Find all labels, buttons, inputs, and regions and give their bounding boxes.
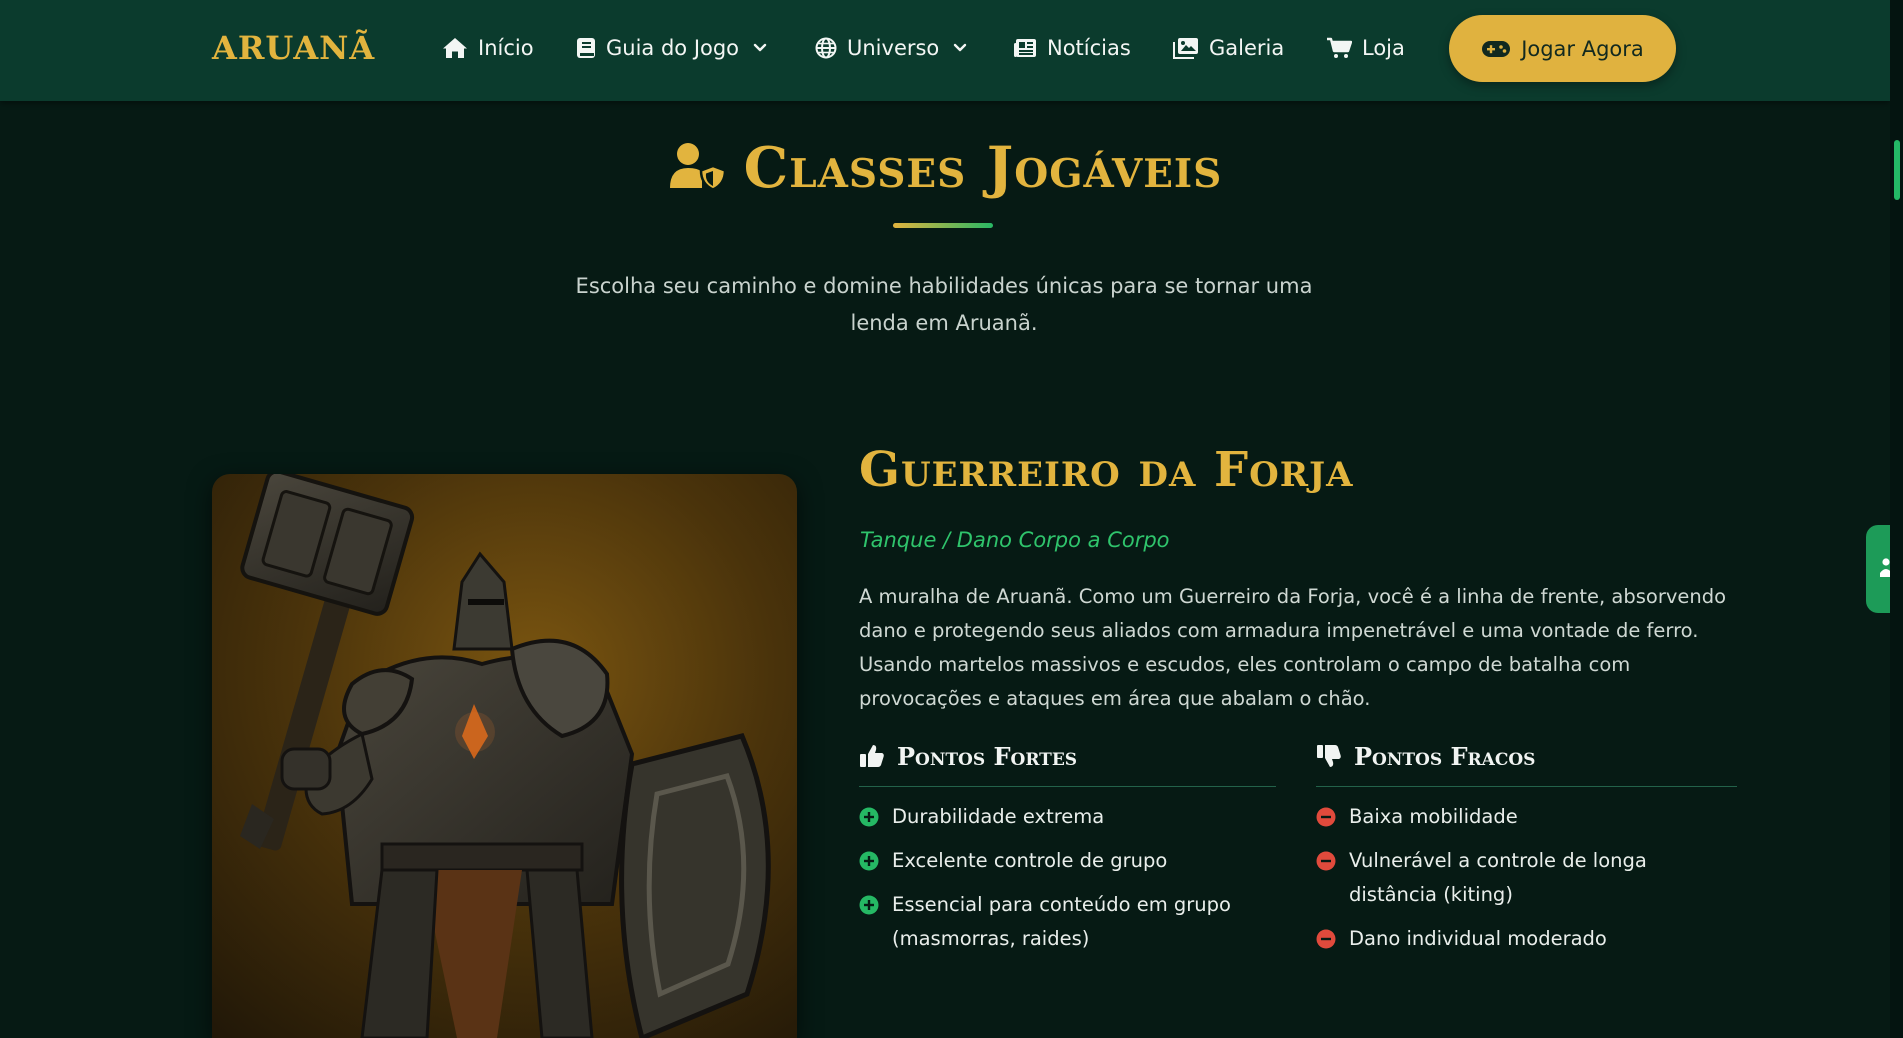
section-intro: Escolha seu caminho e domine habilidades… xyxy=(575,274,1313,335)
minus-circle-icon xyxy=(1316,807,1336,827)
logo[interactable]: ARUANÃ xyxy=(212,22,375,74)
globe-icon xyxy=(815,37,837,59)
house-icon xyxy=(442,37,468,59)
strength-item: Durabilidade extrema xyxy=(859,800,1259,834)
floating-side-tab[interactable] xyxy=(1866,525,1890,613)
strength-item: Essencial para conteúdo em grupo (masmor… xyxy=(859,888,1259,956)
navbar: ARUANÃ Início Guia do Jogo Universo Notí… xyxy=(0,0,1890,101)
weaknesses-header: Pontos Fracos xyxy=(1316,736,1737,787)
nav-link-label: Galeria xyxy=(1209,36,1285,60)
class-description: A muralha de Aruanã. Como um Guerreiro d… xyxy=(859,585,1727,710)
gamepad-icon xyxy=(1481,40,1511,58)
user-shield-icon xyxy=(668,142,726,194)
play-now-label: Jogar Agora xyxy=(1521,36,1644,61)
plus-circle-icon xyxy=(859,895,879,915)
thumbs-down-icon xyxy=(1316,743,1342,769)
class-portrait-image xyxy=(212,474,797,1038)
nav-link-loja[interactable]: Loja xyxy=(1326,30,1405,66)
images-icon xyxy=(1173,37,1199,59)
weakness-item: Vulnerável a controle de longa distância… xyxy=(1316,844,1736,912)
plus-circle-icon xyxy=(859,807,879,827)
nav-link-label: Início xyxy=(478,36,534,60)
cart-icon xyxy=(1326,37,1352,59)
weakness-item: Baixa mobilidade xyxy=(1316,800,1736,834)
nav-link-guia-do-jogo[interactable]: Guia do Jogo xyxy=(576,30,767,66)
weaknesses-title: Pontos Fracos xyxy=(1354,741,1536,771)
nav-link-inicio[interactable]: Início xyxy=(442,30,534,66)
section-heading: Classes Jogáveis xyxy=(743,135,1223,201)
nav-link-noticias[interactable]: Notícias xyxy=(1013,30,1131,66)
nav-link-universo[interactable]: Universo xyxy=(815,30,967,66)
nav-link-label: Universo xyxy=(847,36,940,60)
book-icon xyxy=(576,37,596,59)
play-now-button[interactable]: Jogar Agora xyxy=(1449,15,1676,82)
minus-circle-icon xyxy=(1316,929,1336,949)
nav-link-label: Loja xyxy=(1362,36,1405,60)
newspaper-icon xyxy=(1013,38,1037,58)
weakness-item: Dano individual moderado xyxy=(1316,922,1736,956)
class-role: Tanque / Dano Corpo a Corpo xyxy=(860,528,1170,552)
thumbs-up-icon xyxy=(859,743,885,769)
strengths-title: Pontos Fortes xyxy=(897,741,1078,771)
minus-circle-icon xyxy=(1316,851,1336,871)
nav-link-galeria[interactable]: Galeria xyxy=(1173,30,1284,66)
strengths-header: Pontos Fortes xyxy=(859,736,1276,787)
plus-circle-icon xyxy=(859,851,879,871)
section-title: Classes Jogáveis xyxy=(0,128,1890,208)
title-underline xyxy=(893,223,993,228)
nav-link-label: Guia do Jogo xyxy=(606,36,740,60)
chevron-down-icon xyxy=(753,43,767,53)
class-name: Guerreiro da Forja xyxy=(859,442,1354,498)
strength-item: Excelente controle de grupo xyxy=(859,844,1259,878)
nav-link-label: Notícias xyxy=(1047,36,1131,60)
scrollbar-thumb[interactable] xyxy=(1894,140,1900,200)
chevron-down-icon xyxy=(953,43,967,53)
